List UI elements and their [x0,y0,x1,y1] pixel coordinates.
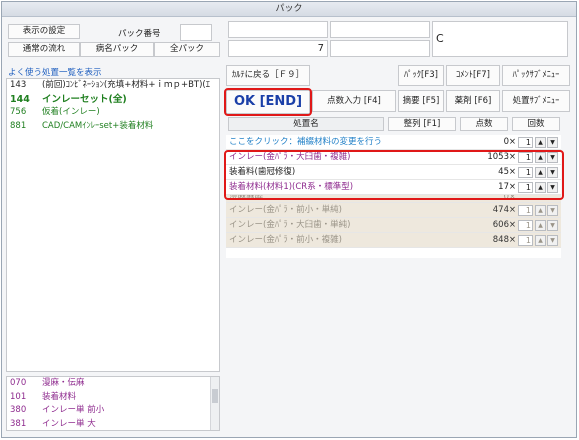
patient-grade: C [432,21,568,57]
quantity-field[interactable]: 1 [518,205,533,216]
pack-sub-menu-button[interactable]: ﾊﾟｯｸｻﾌﾞﾒﾆｭｰ [502,65,570,86]
table-row[interactable]: インレー(金ﾊﾟﾗ・前小・複雑) 848 × 1 ▲ ▼ [226,233,561,248]
list-item[interactable]: 101 装着材料 [7,391,219,405]
list-item[interactable]: 881 CAD/CAMｲﾝﾚｰset+装着材料 [7,120,219,134]
col-header-times: 回数 [512,117,560,131]
list-item[interactable]: 144 インレーセット(全) [7,93,219,107]
patient-field-1 [228,21,328,38]
all-pack-button[interactable]: 全パック [154,42,220,57]
arrow-up-icon[interactable]: ▲ [535,235,546,246]
patient-count: 7 [228,40,328,57]
scrollbar-thumb[interactable] [212,389,218,403]
patient-field-2 [330,21,430,38]
comment-button[interactable]: ｺﾒﾝﾄ[F7] [446,65,500,86]
frequent-list: 143 (前回)ｺﾝﾋﾞﾈｰｼｮﾝ(充填+材料+ｉｍｐ+BT)(ｴ 144 インレー… [6,78,220,372]
points-input-button[interactable]: 点数入力 [F4] [312,90,396,112]
scrollbar[interactable] [210,377,219,430]
list-item[interactable]: 070 漫麻・伝麻 [7,377,219,391]
table-row[interactable]: インレー(金ﾊﾟﾗ・大臼歯・単純) 606 × 1 ▲ ▼ [226,218,561,233]
patient-field-4 [330,40,430,57]
drug-button[interactable]: 薬剤 [F6] [446,90,500,112]
display-settings-button[interactable]: 表示の設定 [8,24,80,39]
pack-number-input[interactable] [180,24,212,41]
arrow-down-icon[interactable]: ▼ [547,137,558,148]
col-header-name[interactable]: 処置名 [228,117,384,131]
quantity-field[interactable]: 1 [518,235,533,246]
pack-button[interactable]: ﾊﾟｯｸ[F3] [398,65,444,86]
arrow-down-icon[interactable]: ▼ [547,220,558,231]
summary-button[interactable]: 摘要 [F5] [398,90,444,112]
arrow-up-icon[interactable]: ▲ [535,137,546,148]
arrow-up-icon[interactable]: ▲ [535,220,546,231]
list-item[interactable]: 380 インレー単 前小 [7,404,219,418]
arrow-up-icon[interactable]: ▲ [535,205,546,216]
pack-list: 070 漫麻・伝麻 101 装着材料 380 インレー単 前小 381 インレー単 大 [6,376,220,431]
treatment-sub-menu-button[interactable]: 処置ｻﾌﾞﾒﾆｭｰ [502,90,570,112]
quantity-field[interactable]: 1 [518,137,533,148]
col-header-points: 点数 [460,117,508,131]
list-item[interactable]: 756 仮着(インレー) [7,106,219,120]
ok-highlight [224,88,312,116]
back-to-chart-button[interactable]: ｶﾙﾃに戻る［Ｆ９］ [226,65,310,86]
arrow-down-icon[interactable]: ▼ [547,205,558,216]
list-item[interactable]: 143 (前回)ｺﾝﾋﾞﾈｰｼｮﾝ(充填+材料+ｉｍｐ+BT)(ｴ [7,79,219,93]
quantity-field[interactable]: 1 [518,220,533,231]
sort-button[interactable]: 整列 [F1] [388,117,456,131]
pack-number-label: パック番号 [118,29,161,39]
procedures-highlight [224,150,564,200]
disease-pack-button[interactable]: 病名パック [80,42,154,57]
window-title: パック [2,2,576,17]
table-row[interactable]: インレー(金ﾊﾟﾗ・前小・単純) 474 × 1 ▲ ▼ [226,203,561,218]
arrow-down-icon[interactable]: ▼ [547,235,558,246]
list-item[interactable]: 381 インレー単 大 [7,418,219,431]
table-row[interactable]: ここをクリック：補綴材料の変更を行う 0 × 1 ▲ ▼ [226,135,561,150]
frequent-header[interactable]: よく使う処置一覧を表示 [8,66,102,78]
normal-flow-button[interactable]: 通常の流れ [8,42,80,57]
